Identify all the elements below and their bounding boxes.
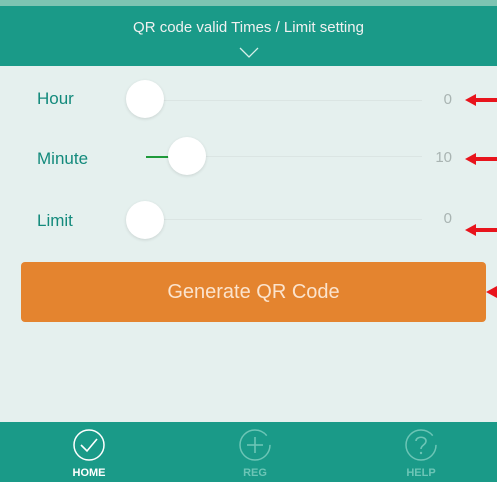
check-circle-icon [73,429,105,461]
minute-slider-track[interactable] [184,156,422,157]
hour-value: 0 [443,91,452,108]
generate-qr-code-button[interactable]: Generate QR Code [21,262,486,322]
annotation-arrow [465,153,497,165]
minute-value: 10 [435,149,452,166]
minute-label: Minute [37,149,89,168]
help-circle-icon [405,429,437,461]
hour-label: Hour [37,89,74,108]
minute-slider-thumb[interactable] [168,137,206,175]
nav-help-label: HELP [406,467,436,479]
limit-value: 0 [443,210,452,227]
limit-row: Limit 0 [0,198,497,239]
nav-help[interactable]: HELP [366,422,476,482]
bottom-nav: HOME REG HELP [0,422,497,482]
nav-home[interactable]: HOME [34,422,144,482]
header-bar: QR code valid Times / Limit setting [0,6,497,66]
limit-label: Limit [37,211,73,230]
annotation-arrow [465,224,497,236]
annotation-arrow [465,94,497,106]
hour-slider-thumb[interactable] [126,80,164,118]
nav-reg[interactable]: REG [200,422,310,482]
settings-panel: Hour 0 Minute 10 Limit 0 [0,66,497,422]
annotation-arrow [486,286,497,298]
page-title: QR code valid Times / Limit setting [133,19,364,36]
chevron-down-icon[interactable] [239,47,259,59]
minute-row: Minute 10 [0,135,497,175]
limit-slider-track[interactable] [146,219,422,220]
hour-slider-track[interactable] [146,100,422,101]
hour-row: Hour 0 [0,77,497,118]
nav-home-label: HOME [72,467,106,479]
nav-reg-label: REG [243,467,267,479]
limit-slider-thumb[interactable] [126,201,164,239]
plus-circle-icon [239,429,271,461]
